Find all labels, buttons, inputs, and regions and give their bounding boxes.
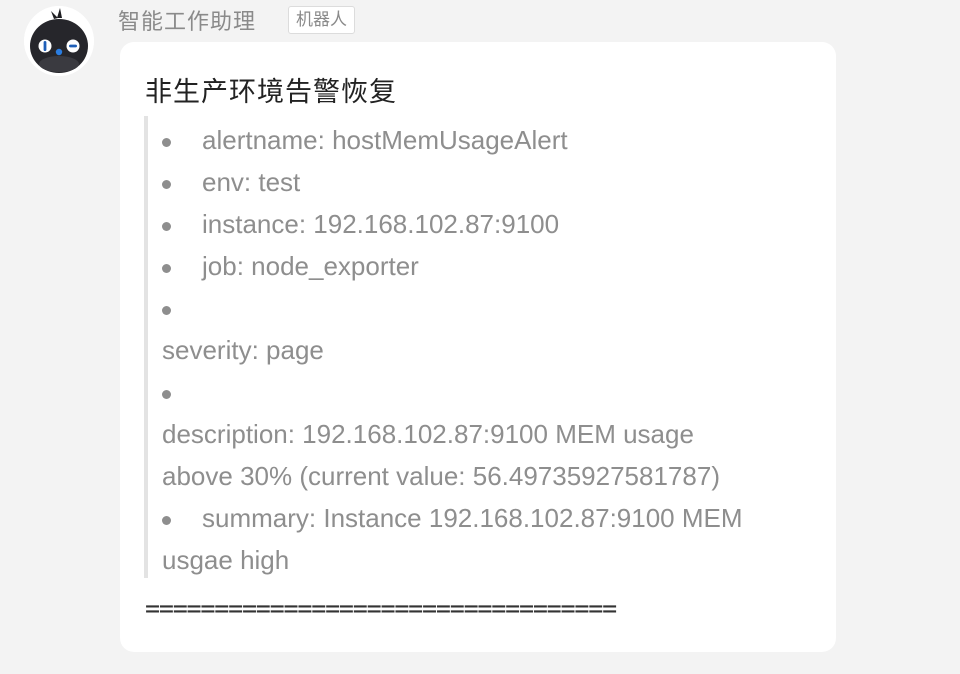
list-item: job: node_exporter — [202, 251, 419, 281]
alert-details-quote: alertname: hostMemUsageAlert env: test i… — [144, 116, 808, 578]
bullet-dot — [162, 390, 171, 399]
summary-line-1: summary: Instance 192.168.102.87:9100 ME… — [202, 503, 743, 533]
sender-name[interactable]: 智能工作助理 — [118, 4, 256, 36]
bullet-dot — [162, 180, 171, 189]
description-line-2: above 30% (current value: 56.49735927581… — [162, 461, 720, 491]
severity-text: severity: page — [162, 335, 324, 365]
list-item: alertname: hostMemUsageAlert — [202, 125, 568, 155]
alert-title: 非生产环境告警恢复 — [145, 77, 397, 107]
bot-avatar-icon[interactable] — [24, 6, 94, 76]
list-item: env: test — [202, 167, 301, 197]
bullet-dot — [162, 138, 171, 147]
separator-line: ================================== — [145, 594, 617, 623]
bullet-dot — [162, 264, 171, 273]
summary-line-2: usgae high — [162, 545, 290, 575]
chat-message-row: 智能工作助理 机器人 非生产环境告警恢复 alertname: hostMemU… — [0, 0, 960, 674]
bot-badge: 机器人 — [288, 6, 356, 34]
message-card[interactable]: 非生产环境告警恢复 alertname: hostMemUsageAlert e… — [120, 42, 836, 652]
list-item: instance: 192.168.102.87:9100 — [202, 209, 560, 239]
bullet-dot — [162, 516, 171, 525]
bullet-dot — [162, 306, 171, 315]
description-line-1: description: 192.168.102.87:9100 MEM usa… — [162, 419, 694, 449]
bullet-dot — [162, 222, 171, 231]
sender-line: 智能工作助理 机器人 — [118, 4, 356, 36]
